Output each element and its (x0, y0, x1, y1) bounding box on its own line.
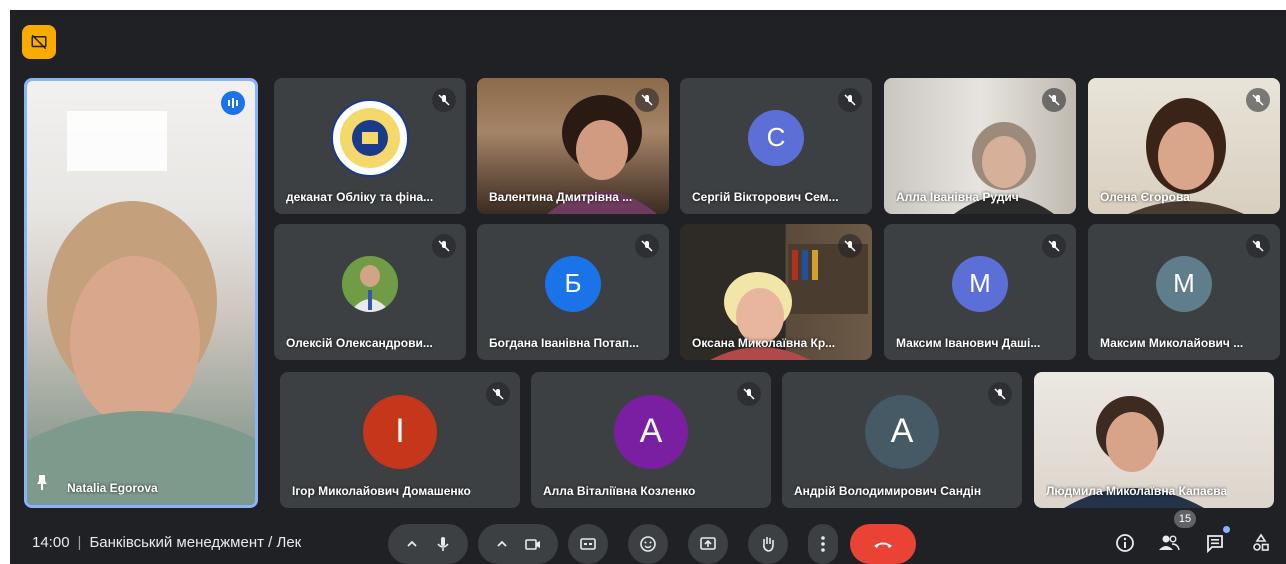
logo-seal (331, 98, 409, 177)
speaking-indicator-icon (221, 91, 245, 115)
meeting-details-button[interactable] (1112, 530, 1138, 556)
camera-icon (525, 539, 540, 550)
chat-button[interactable] (1202, 530, 1228, 556)
mic-off-icon (635, 234, 659, 258)
participant-photo (342, 255, 398, 312)
participant-name: Алла Віталіївна Козленко (543, 484, 696, 498)
avatar: С (748, 109, 804, 166)
participant-tile[interactable]: А Алла Віталіївна Козленко (531, 372, 771, 508)
mic-off-icon (486, 382, 510, 406)
captions-button[interactable] (568, 524, 608, 564)
control-bar: 14:00 | Банківський менеджмент / Лек 15 (10, 510, 1286, 564)
info-icon (1116, 534, 1134, 552)
chat-icon (1207, 535, 1223, 553)
reactions-button[interactable] (628, 524, 668, 564)
participant-tile[interactable]: Алла Іванівна Рудич (884, 78, 1076, 214)
participant-count-badge: 15 (1174, 510, 1196, 528)
participant-name: Максим Миколайович ... (1100, 336, 1244, 350)
participant-name: Андрій Володимирович Сандін (794, 484, 982, 498)
participant-name: Олексій Олександрови... (286, 336, 433, 350)
participant-tile[interactable]: І Ігор Миколайович Домашенко (280, 372, 520, 508)
mic-off-icon (1246, 234, 1270, 258)
participant-name: Людмила Миколаївна Капаєва (1046, 484, 1228, 498)
participant-name: Богдана Іванівна Потап... (489, 336, 639, 350)
participant-name: Олена Єгорова (1100, 190, 1190, 204)
participant-name: Максим Іванович Даші... (896, 336, 1041, 350)
participant-name: Ігор Миколайович Домашенко (292, 484, 471, 498)
mic-off-icon (1246, 88, 1270, 112)
participant-tile[interactable]: Валентина Дмитрівна ... (477, 78, 669, 214)
participant-tile[interactable]: А Андрій Володимирович Сандін (782, 372, 1022, 508)
presentation-off-icon[interactable] (22, 25, 56, 59)
avatar: М (1156, 255, 1212, 312)
participants-button[interactable] (1156, 530, 1182, 556)
meeting-info: 14:00 | Банківський менеджмент / Лек (32, 534, 302, 551)
activities-button[interactable] (1248, 530, 1274, 556)
avatar: А (614, 394, 688, 469)
participant-tile[interactable]: С Сергій Вікторович Сем... (680, 78, 872, 214)
participant-tile[interactable]: Людмила Миколаївна Капаєва (1034, 372, 1274, 508)
participant-tile[interactable]: Оксана Миколаївна Кр... (680, 224, 872, 360)
mic-off-icon (432, 88, 456, 112)
participant-name: Natalia Egorova (67, 481, 158, 495)
present-screen-icon (700, 537, 716, 550)
captions-icon (580, 538, 596, 550)
participant-name: Сергій Вікторович Сем... (692, 190, 839, 204)
mic-off-icon (737, 382, 761, 406)
avatar: І (363, 394, 437, 469)
mic-off-icon (1042, 234, 1066, 258)
call-end-icon (874, 542, 892, 548)
meeting-time: 14:00 (32, 534, 70, 551)
participant-name: Оксана Миколаївна Кр... (692, 336, 836, 350)
raise-hand-button[interactable] (748, 524, 788, 564)
featured-tile[interactable]: Natalia Egorova (24, 78, 258, 508)
mic-icon (437, 537, 449, 551)
participant-name: Валентина Дмитрівна ... (489, 190, 633, 204)
camera-control[interactable] (478, 524, 558, 564)
participant-tile[interactable]: М Максим Іванович Даші... (884, 224, 1076, 360)
featured-video (27, 81, 255, 505)
leave-call-button[interactable] (850, 524, 916, 564)
people-icon (1159, 535, 1180, 551)
participant-tile[interactable]: Олексій Олександрови... (274, 224, 466, 360)
meet-window: Natalia Egorova деканат Обліку та фіна..… (10, 10, 1286, 564)
participant-tile[interactable]: М Максим Миколайович ... (1088, 224, 1280, 360)
meeting-title: Банківський менеджмент / Лек (89, 534, 302, 551)
mic-off-icon (1042, 88, 1066, 112)
mic-off-icon (988, 382, 1012, 406)
emoji-icon (640, 536, 656, 552)
pin-icon[interactable] (35, 474, 49, 495)
avatar: Б (545, 255, 601, 312)
participant-name: Алла Іванівна Рудич (896, 190, 1019, 204)
mic-off-icon (635, 88, 659, 112)
more-options-button[interactable] (808, 524, 838, 564)
participant-tile[interactable]: Б Богдана Іванівна Потап... (477, 224, 669, 360)
participant-tile[interactable]: деканат Обліку та фіна... (274, 78, 466, 214)
present-button[interactable] (688, 524, 728, 564)
mic-off-icon (432, 234, 456, 258)
activities-icon (1253, 533, 1269, 551)
mic-off-icon (838, 88, 862, 112)
avatar: М (952, 255, 1008, 312)
avatar: А (865, 394, 939, 469)
mic-control[interactable] (388, 524, 468, 564)
mic-off-icon (838, 234, 862, 258)
more-vert-icon (821, 536, 825, 552)
participant-name: деканат Обліку та фіна... (286, 190, 434, 204)
hand-icon (763, 537, 774, 552)
participant-tile[interactable]: Олена Єгорова (1088, 78, 1280, 214)
